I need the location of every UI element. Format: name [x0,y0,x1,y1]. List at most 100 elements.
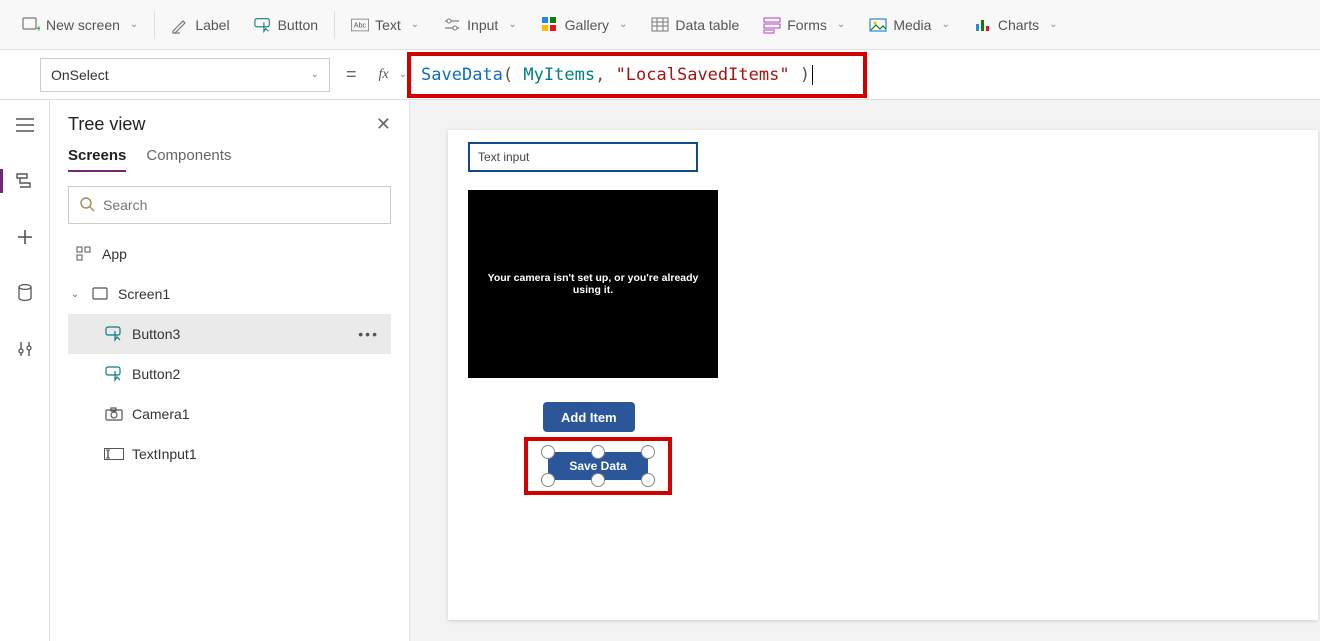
top-ribbon: + New screen ⌄ Label Button Abc Text ⌄ I… [0,0,1320,50]
gallery-grid-icon [541,16,559,34]
tree-item-label: Camera1 [132,406,190,422]
tree-item-textinput1[interactable]: TextInput1 [68,434,391,474]
tab-screens[interactable]: Screens [68,147,126,172]
chevron-down-icon: ⌄ [411,19,419,30]
table-icon [651,16,669,34]
formula-input[interactable]: SaveData ( MyItems , "LocalSavedItems" ) [407,52,867,98]
formula-bar: OnSelect ⌄ = fx ⌄ SaveData ( MyItems , "… [0,50,1320,100]
equals-sign: = [330,64,373,85]
chevron-down-icon: ⌄ [837,19,845,30]
forms-button[interactable]: Forms ⌄ [751,10,857,40]
input-button[interactable]: Input ⌄ [431,10,529,40]
resize-handle[interactable] [591,445,605,459]
chevron-down-icon: ⌄ [619,19,627,30]
save-data-label: Save Data [569,459,626,473]
tree-panel: Tree view ✕ Screens Components App ⌄ Scr… [50,100,410,641]
input-sliders-icon [443,16,461,34]
screen-icon [90,287,110,301]
canvas-text-input[interactable]: Text input [468,142,698,172]
tree-item-camera1[interactable]: Camera1 [68,394,391,434]
tree-item-label: App [102,246,127,262]
chevron-down-icon: ⌄ [1049,19,1057,30]
hamburger-menu-icon[interactable] [10,110,40,140]
new-screen-label: New screen [46,17,120,33]
media-image-icon [869,16,887,34]
tree-view-icon[interactable] [10,166,40,196]
formula-token-open: ( [503,65,513,85]
search-icon [79,196,95,215]
svg-text:Abc: Abc [354,20,367,29]
textinput-icon [104,448,124,460]
charts-button[interactable]: Charts ⌄ [962,10,1070,40]
chevron-down-icon[interactable]: ⌄ [68,289,82,300]
left-rail [0,100,50,641]
tree-item-label: Button3 [132,326,180,342]
canvas-camera[interactable]: Your camera isn't set up, or you're alre… [468,190,718,378]
button-tap-icon [104,366,124,382]
app-grid-icon [74,246,94,262]
resize-handle[interactable] [591,473,605,487]
tree-item-screen1[interactable]: ⌄ Screen1 [68,274,391,314]
tab-components[interactable]: Components [146,147,231,172]
separator [154,11,155,39]
chevron-down-icon: ⌄ [941,19,949,30]
text-input-placeholder: Text input [478,150,529,164]
resize-handle[interactable] [541,473,555,487]
insert-plus-icon[interactable] [10,222,40,252]
svg-text:+: + [36,24,40,34]
add-item-button[interactable]: Add Item [543,402,635,432]
media-label: Media [893,17,931,33]
more-icon[interactable]: ••• [358,326,379,342]
camera-icon [104,407,124,421]
button-label: Button [278,17,318,33]
tree-search[interactable] [68,186,391,224]
save-data-button[interactable]: Save Data [548,452,648,480]
formula-token-comma: , [595,65,605,85]
formula-token-func: SaveData [421,65,503,85]
label-edit-icon [171,16,189,34]
canvas-area[interactable]: Text input Your camera isn't set up, or … [410,100,1320,641]
property-value: OnSelect [51,67,109,83]
button-button[interactable]: Button [242,10,330,40]
camera-message: Your camera isn't set up, or you're alre… [478,272,708,296]
separator [334,11,335,39]
data-cylinder-icon[interactable] [10,278,40,308]
resize-handle[interactable] [541,445,555,459]
chevron-down-icon: ⌄ [508,19,516,30]
fx-group: fx ⌄ [373,67,408,83]
close-icon[interactable]: ✕ [376,114,391,135]
gallery-label: Gallery [565,17,609,33]
new-screen-button[interactable]: + New screen ⌄ [10,10,150,40]
resize-handle[interactable] [641,473,655,487]
label-label: Label [195,17,229,33]
text-button[interactable]: Abc Text ⌄ [339,10,431,40]
chevron-down-icon: ⌄ [311,69,319,80]
chevron-down-icon[interactable]: ⌄ [399,69,407,80]
tree-search-input[interactable] [103,197,380,213]
text-label: Text [375,17,401,33]
tree-item-button3[interactable]: Button3 ••• [68,314,391,354]
resize-handle[interactable] [641,445,655,459]
button-tap-icon [254,16,272,34]
data-table-button[interactable]: Data table [639,10,751,40]
label-button[interactable]: Label [159,10,241,40]
tree-item-button2[interactable]: Button2 [68,354,391,394]
button-tap-icon [104,326,124,342]
property-dropdown[interactable]: OnSelect ⌄ [40,58,330,92]
media-button[interactable]: Media ⌄ [857,10,962,40]
tree-tabs: Screens Components [68,147,391,172]
gallery-button[interactable]: Gallery ⌄ [529,10,640,40]
charts-bar-icon [974,16,992,34]
formula-token-arg1: MyItems [523,65,595,85]
chevron-down-icon: ⌄ [130,19,138,30]
tree-item-app[interactable]: App [68,234,391,274]
tree-item-label: Button2 [132,366,180,382]
text-abc-icon: Abc [351,16,369,34]
fx-icon: fx [373,67,395,83]
input-label: Input [467,17,498,33]
screen-plus-icon: + [22,16,40,34]
tools-icon[interactable] [10,334,40,364]
formula-token-arg2: "LocalSavedItems" [616,65,790,85]
canvas-screen[interactable]: Text input Your camera isn't set up, or … [448,130,1318,620]
tree-item-label: Screen1 [118,286,170,302]
